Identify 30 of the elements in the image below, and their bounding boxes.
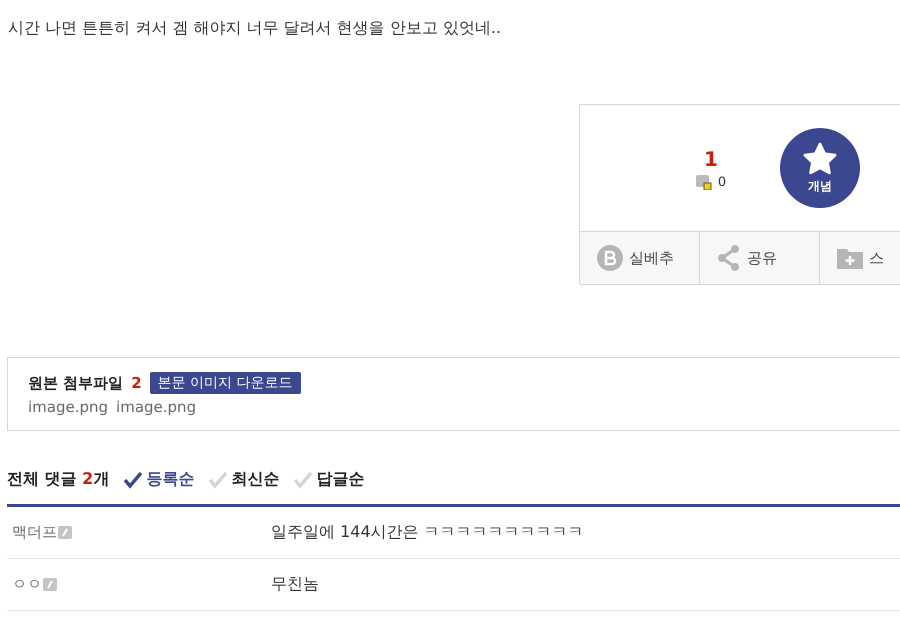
fixed-count: 0: [718, 174, 726, 190]
check-icon: [208, 470, 228, 488]
share-icon: [717, 245, 741, 271]
circle-letter-icon: [597, 245, 623, 271]
attachment-title: 원본 첨부파일: [28, 374, 124, 392]
sort-option[interactable]: 최신순: [208, 469, 280, 490]
comments-title: 전체 댓글 2개: [7, 469, 110, 490]
comment-text: 무친놈: [271, 574, 319, 595]
blog-button[interactable]: 실베추: [580, 232, 700, 284]
check-icon: [123, 470, 144, 488]
concept-button[interactable]: 개념: [780, 128, 860, 208]
comment-author: ㅇㅇ: [12, 575, 42, 594]
file-link[interactable]: image.png: [28, 398, 108, 416]
image-icon: [696, 174, 712, 190]
sort-option[interactable]: 등록순: [123, 469, 194, 490]
user-badge-icon: [58, 526, 72, 539]
file-link[interactable]: image.png: [116, 398, 196, 416]
download-button[interactable]: 본문 이미지 다운로드: [150, 372, 301, 394]
comment-text: 일주일에 144시간은 ㅋㅋㅋㅋㅋㅋㅋㅋㅋㅋ: [271, 522, 584, 543]
sort-option[interactable]: 답글순: [293, 469, 364, 490]
recommend-count: 1: [704, 146, 718, 170]
post-text: 시간 나면 튼튼히 켜서 겜 해야지 너무 달려서 현생을 안보고 있엇네..: [8, 18, 502, 39]
attachment-count: 2: [131, 374, 142, 392]
scrap-button[interactable]: 스: [820, 232, 900, 284]
check-icon: [293, 470, 314, 488]
star-icon: [802, 142, 838, 176]
folder-plus-icon: [837, 247, 863, 269]
user-badge-icon: [43, 578, 57, 591]
share-button[interactable]: 공유: [700, 232, 820, 284]
comment-author: 맥더프: [12, 523, 57, 542]
